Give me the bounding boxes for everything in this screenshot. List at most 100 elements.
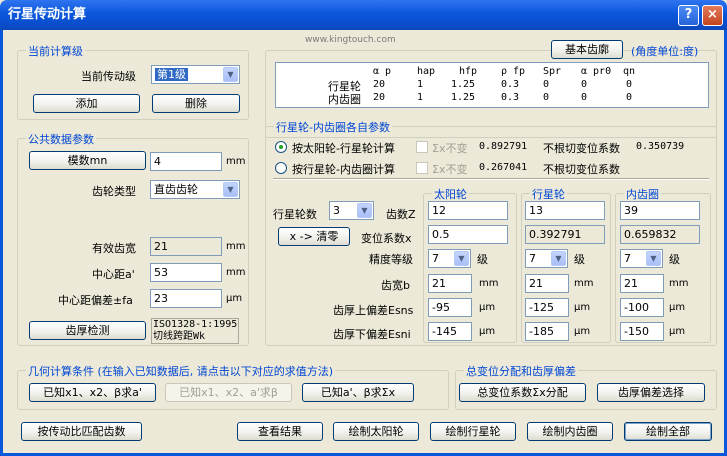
table-cell: 0 (543, 92, 550, 103)
table-cell: 0.3 (501, 92, 520, 103)
chevron-down-icon[interactable]: ▼ (646, 251, 661, 266)
draw-all-button[interactable]: 绘制全部 (624, 422, 712, 441)
undercut-label-1: 不根切变位系数 (543, 142, 620, 155)
sigma-x-fixed-label-1: Σx不变 (432, 142, 468, 155)
module-button[interactable]: 模数mn (29, 151, 146, 170)
current-stage-group-label: 当前计算级 (26, 43, 85, 59)
match-teeth-button[interactable]: 按传动比匹配齿数 (21, 422, 142, 441)
center-deviation-input[interactable]: 23 (150, 289, 222, 308)
solve-beta-button: 已知x1、x2、a'求β (165, 383, 292, 402)
table-cell: 20 (373, 92, 386, 103)
mm-unit: mm (669, 278, 689, 289)
title-bar: 行星传动计算 (0, 0, 727, 30)
sigma-x-fixed-label-2: Σx不变 (432, 163, 468, 176)
standard-iso: ISO1328-1:1995 (153, 319, 238, 330)
window-title: 行星传动计算 (8, 7, 87, 22)
add-stage-button[interactable]: 添加 (33, 94, 140, 113)
chevron-down-icon[interactable]: ▼ (551, 251, 566, 266)
planet-esni-input[interactable]: -185 (525, 322, 569, 341)
radio-planet-ring[interactable] (275, 162, 287, 174)
clear-shift-button[interactable]: x -> 清零 (278, 227, 350, 246)
planet-width-input[interactable]: 21 (525, 274, 569, 293)
sun-esns-input[interactable]: -95 (428, 298, 472, 317)
table-cell: 0 (626, 92, 633, 103)
ring-width-input[interactable]: 21 (620, 274, 664, 293)
sun-width-input[interactable]: 21 (428, 274, 472, 293)
sun-shift-input[interactable]: 0.5 (428, 225, 508, 244)
draw-planet-button[interactable]: 绘制行星轮 (430, 422, 516, 441)
undercut-label-2: 不根切变位系数 (543, 163, 620, 176)
planet-count-select[interactable]: 3 ▼ (329, 201, 374, 220)
mm-unit: mm (479, 278, 499, 289)
table-cell: 0 (581, 92, 588, 103)
grade-unit: 级 (669, 253, 680, 266)
col-qn: qn (623, 66, 636, 77)
grade-unit: 级 (477, 253, 488, 266)
col-hfp: hfp (459, 66, 478, 77)
solve-sigma-x-button[interactable]: 已知a'、β求Σx (302, 383, 414, 402)
planet-teeth-input[interactable]: 13 (525, 201, 605, 220)
radio-sun-planet[interactable] (275, 141, 287, 153)
gear-type-label: 齿轮类型 (92, 185, 136, 198)
effective-width-value: 21 (150, 237, 222, 256)
view-results-button[interactable]: 查看结果 (237, 422, 323, 441)
planet-ring-shift-sum: 0.267041 (479, 162, 528, 173)
planet-esns-input[interactable]: -125 (525, 298, 569, 317)
table-cell: 1 (417, 79, 424, 90)
planet-grade-value: 7 (529, 252, 536, 265)
module-input[interactable]: 4 (150, 152, 222, 171)
sun-column-label: 太阳轮 (432, 186, 469, 202)
table-cell: 0.3 (501, 79, 520, 90)
center-distance-input[interactable]: 53 (150, 263, 222, 282)
table-cell: 20 (373, 79, 386, 90)
stage-select-value: 第1级 (155, 68, 188, 81)
radio-sun-planet-label[interactable]: 按太阳轮-行星轮计算 (292, 140, 395, 156)
sun-esni-input[interactable]: -145 (428, 322, 472, 341)
remove-stage-button[interactable]: 删除 (152, 94, 240, 113)
divider (273, 178, 709, 180)
standard-info: ISO1328-1:1995 切线跨距Wk (151, 318, 239, 344)
ring-esni-input[interactable]: -150 (620, 322, 664, 341)
gear-type-value: 直齿齿轮 (154, 183, 198, 196)
solve-a-button[interactable]: 已知x1、x2、β求a' (29, 383, 156, 402)
um-unit: μm (574, 326, 591, 337)
chevron-down-icon[interactable]: ▼ (223, 67, 238, 82)
stage-select[interactable]: 第1级 ▼ (151, 65, 240, 84)
shift-distribution-button[interactable]: 总变位系数Σx分配 (459, 383, 586, 402)
table-cell: 0 (626, 79, 633, 90)
gear-type-select[interactable]: 直齿齿轮 ▼ (150, 180, 240, 199)
thickness-deviation-button[interactable]: 齿厚偏差选择 (597, 383, 705, 402)
close-button[interactable]: × (702, 5, 723, 26)
col-alpha-pr0: α pr0 (581, 66, 612, 77)
col-alpha-p: α p (373, 66, 392, 77)
planet-count-value: 3 (333, 204, 340, 217)
chevron-down-icon[interactable]: ▼ (357, 203, 372, 218)
chevron-down-icon[interactable]: ▼ (454, 251, 469, 266)
sun-grade-value: 7 (432, 252, 439, 265)
draw-ring-button[interactable]: 绘制内齿圈 (527, 422, 613, 441)
planet-grade-select[interactable]: 7 ▼ (525, 249, 568, 268)
chevron-down-icon[interactable]: ▼ (223, 182, 238, 197)
undercut-value-1: 0.350739 (636, 141, 685, 152)
radio-planet-ring-label[interactable]: 按行星轮-内齿圈计算 (292, 161, 395, 177)
esns-label: 齿厚上偏差Esns (333, 304, 414, 317)
sun-teeth-input[interactable]: 12 (428, 201, 508, 220)
tooth-thickness-check-button[interactable]: 齿厚检测 (29, 321, 146, 340)
grade-label: 精度等级 (369, 253, 413, 266)
basic-profile-button[interactable]: 基本齿廓 (551, 40, 623, 59)
row-ring-name: 内齿圈 (328, 93, 361, 106)
ring-esns-input[interactable]: -100 (620, 298, 664, 317)
ring-grade-select[interactable]: 7 ▼ (620, 249, 663, 268)
standard-wk: 切线跨距Wk (153, 331, 206, 342)
help-button[interactable]: ? (678, 5, 699, 26)
draw-sun-button[interactable]: 绘制太阳轮 (333, 422, 419, 441)
um-unit: μm (479, 302, 496, 313)
table-cell: 1.25 (451, 92, 476, 103)
ring-teeth-input[interactable]: 39 (620, 201, 700, 220)
table-cell: 0 (543, 79, 550, 90)
shift-distribution-label: 总变位分配和齿厚偏差 (464, 363, 578, 379)
sun-grade-select[interactable]: 7 ▼ (428, 249, 471, 268)
sun-planet-shift-sum: 0.892791 (479, 141, 528, 152)
center-deviation-label: 中心距偏差±fa (58, 294, 133, 307)
grade-unit: 级 (574, 253, 585, 266)
